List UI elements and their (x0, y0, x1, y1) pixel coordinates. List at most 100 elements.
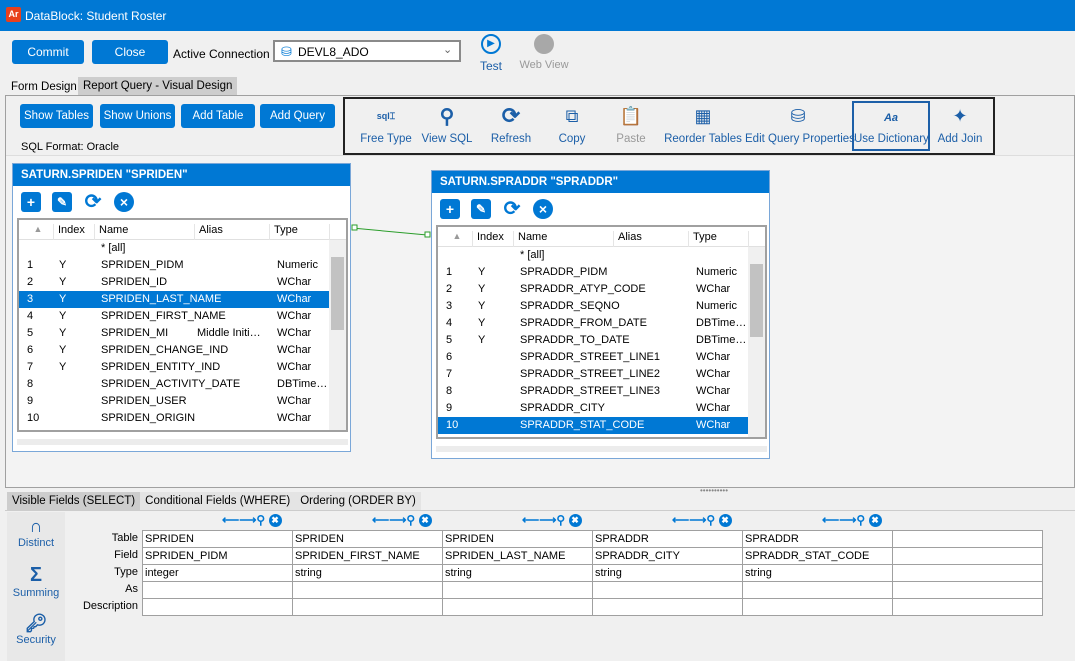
remove-column-icon[interactable]: ✖ (868, 514, 882, 528)
vertical-scrollbar[interactable] (748, 247, 765, 437)
table-row[interactable]: 9 SPRADDR_CITY WChar (438, 400, 765, 417)
field-cell-field[interactable]: SPRIDEN_PIDM (143, 548, 293, 565)
show-unions-button[interactable]: Show Unions (100, 104, 175, 128)
remove-column-icon[interactable]: ✖ (418, 514, 432, 528)
field-cell-table[interactable]: SPRADDR (593, 531, 743, 548)
header-type[interactable]: Type (688, 231, 717, 247)
test-button[interactable]: ▶ Test (478, 34, 504, 73)
tab-visible-fields[interactable]: Visible Fields (SELECT) (7, 492, 141, 510)
refresh-icon[interactable]: ⟳ (502, 199, 522, 219)
field-cell-field[interactable]: SPRIDEN_LAST_NAME (443, 548, 593, 565)
tab-form-design[interactable]: Form Design (6, 78, 82, 96)
move-right-icon[interactable]: ⟶ (839, 513, 856, 527)
table-row[interactable]: 3 Y SPRADDR_SEQNO Numeric (438, 298, 765, 315)
table-row[interactable]: 8 SPRADDR_STREET_LINE3 WChar (438, 383, 765, 400)
move-right-icon[interactable]: ⟶ (539, 513, 556, 527)
add-query-button[interactable]: Add Query (260, 104, 335, 128)
field-cell-as[interactable] (593, 582, 743, 599)
table-row[interactable]: 9 SPRIDEN_USER WChar (19, 393, 346, 410)
web-view-button[interactable]: Web View (518, 34, 570, 71)
move-left-icon[interactable]: ⟵ (372, 513, 389, 527)
tab-ordering[interactable]: Ordering (ORDER BY) (295, 492, 421, 510)
table-row[interactable]: 4 Y SPRADDR_FROM_DATE DBTime… (438, 315, 765, 332)
field-cell-as[interactable] (293, 582, 443, 599)
key-icon[interactable]: ⚲ (256, 513, 265, 527)
move-right-icon[interactable]: ⟶ (689, 513, 706, 527)
connection-dropdown[interactable]: ⛁ DEVL8_ADO ⌄ (273, 40, 461, 62)
field-cell-description[interactable] (593, 599, 743, 616)
header-index[interactable]: Index (472, 231, 504, 247)
table-row[interactable]: 4 Y SPRIDEN_FIRST_NAME WChar (19, 308, 346, 325)
horizontal-scrollbar[interactable] (436, 446, 767, 452)
add-table-button[interactable]: Add Table (181, 104, 255, 128)
table-title[interactable]: SATURN.SPRIDEN "SPRIDEN" (13, 164, 350, 186)
field-cell-type[interactable]: integer (143, 565, 293, 582)
field-cell-field[interactable]: SPRIDEN_FIRST_NAME (293, 548, 443, 565)
scroll-thumb[interactable] (750, 264, 763, 337)
summing-button[interactable]: Σ Summing (7, 564, 65, 599)
table-row[interactable]: 6 Y SPRIDEN_CHANGE_IND WChar (19, 342, 346, 359)
close-button[interactable]: Close (92, 40, 168, 64)
table-row[interactable]: 1 Y SPRADDR_PIDM Numeric (438, 264, 765, 281)
table-row[interactable]: 5 Y SPRIDEN_MI Middle Initi… WChar (19, 325, 346, 342)
table-row[interactable]: 6 SPRADDR_STREET_LINE1 WChar (438, 349, 765, 366)
remove-column-icon[interactable]: ✖ (568, 514, 582, 528)
use-dictionary-button[interactable]: Aa Use Dictionary (852, 101, 930, 151)
table-row[interactable]: 7 Y SPRIDEN_ENTITY_IND WChar (19, 359, 346, 376)
table-widget[interactable]: SATURN.SPRADDR "SPRADDR" + ✎ ⟳ × ▲ Index… (431, 170, 770, 459)
key-icon[interactable]: ⚲ (556, 513, 565, 527)
field-cell-table[interactable]: SPRIDEN (443, 531, 593, 548)
table-row[interactable]: 2 Y SPRADDR_ATYP_CODE WChar (438, 281, 765, 298)
remove-column-icon[interactable]: ✖ (268, 514, 282, 528)
header-type[interactable]: Type (269, 224, 298, 240)
table-title[interactable]: SATURN.SPRADDR "SPRADDR" (432, 171, 769, 193)
edit-icon[interactable]: ✎ (52, 192, 72, 212)
move-left-icon[interactable]: ⟵ (822, 513, 839, 527)
field-cell-table[interactable]: SPRIDEN (293, 531, 443, 548)
refresh-icon[interactable]: ⟳ (83, 192, 103, 212)
free-type-button[interactable]: sql⌶ Free Type (357, 99, 415, 153)
add-join-button[interactable]: ✦ Add Join (935, 99, 985, 153)
table-row[interactable]: 7 SPRADDR_STREET_LINE2 WChar (438, 366, 765, 383)
table-row[interactable]: 1 Y SPRIDEN_PIDM Numeric (19, 257, 346, 274)
table-row[interactable]: 10 SPRIDEN_ORIGIN WChar (19, 410, 346, 427)
table-row[interactable]: 8 SPRIDEN_ACTIVITY_DATE DBTime… (19, 376, 346, 393)
splitter-handle[interactable]: •••••••••• (700, 486, 728, 495)
field-cell-as[interactable] (443, 582, 593, 599)
field-cell-field[interactable]: SPRADDR_CITY (593, 548, 743, 565)
field-cell-type[interactable]: string (443, 565, 593, 582)
field-cell-description[interactable] (893, 599, 1043, 616)
remove-column-icon[interactable]: ✖ (718, 514, 732, 528)
table-row[interactable]: 10 SPRADDR_STAT_CODE WChar (438, 417, 765, 434)
field-cell-table[interactable] (893, 531, 1043, 548)
header-alias[interactable]: Alias (194, 224, 223, 240)
sort-icon[interactable]: ▲ (438, 231, 472, 247)
field-cell-table[interactable]: SPRADDR (743, 531, 893, 548)
field-cell-as[interactable] (143, 582, 293, 599)
table-row[interactable]: 5 Y SPRADDR_TO_DATE DBTime… (438, 332, 765, 349)
show-tables-button[interactable]: Show Tables (20, 104, 93, 128)
header-name[interactable]: Name (513, 231, 547, 247)
move-right-icon[interactable]: ⟶ (389, 513, 406, 527)
reorder-tables-button[interactable]: ▦ Reorder Tables (663, 99, 743, 153)
key-icon[interactable]: ⚲ (856, 513, 865, 527)
edit-query-properties-button[interactable]: ⛁ Edit Query Properties (745, 99, 855, 153)
security-button[interactable]: 🔑︎ Security (7, 613, 65, 646)
view-sql-button[interactable]: ⚲ View SQL (419, 99, 475, 153)
field-cell-description[interactable] (293, 599, 443, 616)
paste-button[interactable]: 📋 Paste (605, 99, 657, 153)
move-right-icon[interactable]: ⟶ (239, 513, 256, 527)
field-cell-field[interactable]: SPRADDR_STAT_CODE (743, 548, 893, 565)
commit-button[interactable]: Commit (12, 40, 84, 64)
table-row[interactable]: * [all] (19, 240, 346, 257)
edit-icon[interactable]: ✎ (471, 199, 491, 219)
field-cell-as[interactable] (893, 582, 1043, 599)
vertical-scrollbar[interactable] (329, 240, 346, 430)
key-icon[interactable]: ⚲ (406, 513, 415, 527)
sort-icon[interactable]: ▲ (19, 224, 53, 240)
move-left-icon[interactable]: ⟵ (222, 513, 239, 527)
header-name[interactable]: Name (94, 224, 128, 240)
field-cell-type[interactable]: string (593, 565, 743, 582)
move-left-icon[interactable]: ⟵ (672, 513, 689, 527)
table-widget[interactable]: SATURN.SPRIDEN "SPRIDEN" + ✎ ⟳ × ▲ Index… (12, 163, 351, 452)
